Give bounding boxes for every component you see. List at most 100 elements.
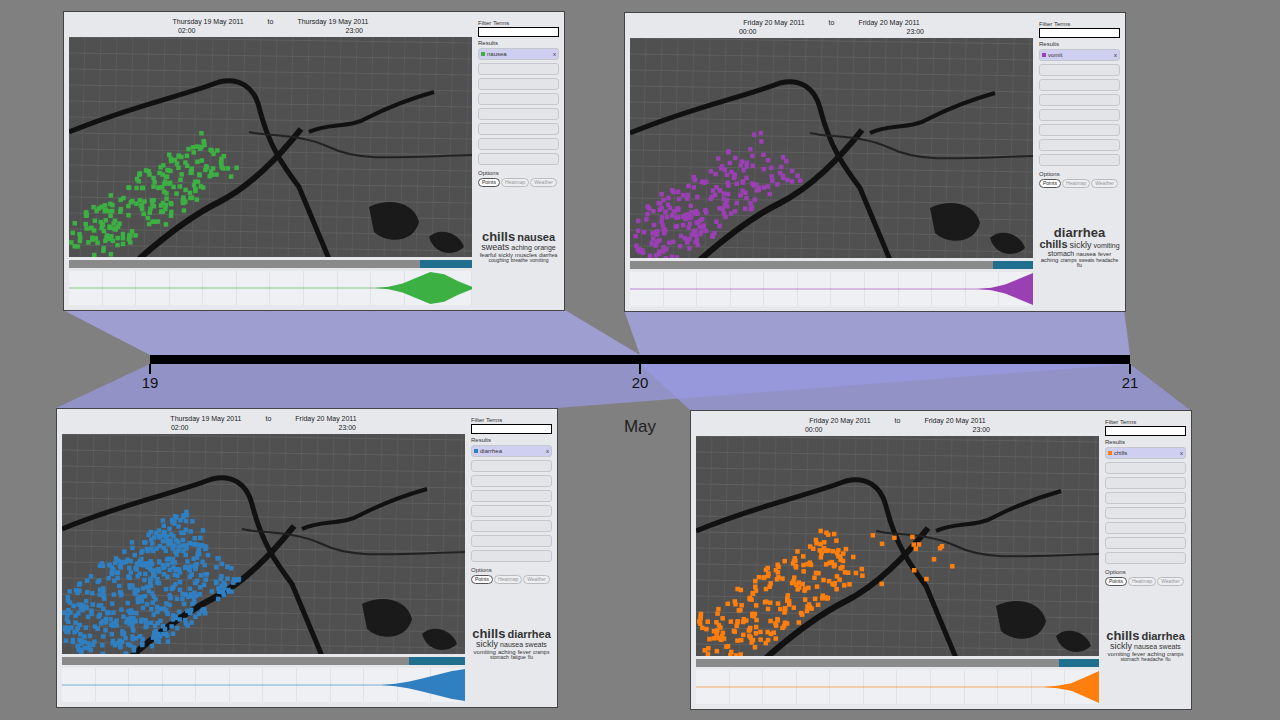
map-point xyxy=(150,644,155,649)
map-point xyxy=(160,632,165,637)
map[interactable] xyxy=(630,38,1033,258)
result-slot[interactable] xyxy=(1039,94,1120,106)
option-pill[interactable]: Heatmap xyxy=(1062,179,1090,188)
map-point xyxy=(170,520,175,525)
map-point xyxy=(753,645,758,650)
map-point xyxy=(69,240,74,245)
result-slot[interactable] xyxy=(1039,79,1120,91)
result-slot[interactable]: chillsx xyxy=(1105,447,1186,459)
option-pill[interactable]: Points xyxy=(478,178,500,187)
word-cloud: diarrheachillssicklyvomitingstomachnause… xyxy=(1039,188,1120,306)
result-slot[interactable] xyxy=(471,520,552,532)
result-slot[interactable] xyxy=(471,475,552,487)
map-point xyxy=(126,185,131,190)
range-bar[interactable] xyxy=(62,657,465,665)
map-point xyxy=(113,560,118,565)
map-point xyxy=(781,155,786,160)
range-bar[interactable] xyxy=(696,659,1099,667)
map-point xyxy=(796,580,801,585)
result-slot[interactable] xyxy=(471,535,552,547)
result-slot[interactable] xyxy=(471,490,552,502)
cloud-word: stomach xyxy=(490,655,509,660)
map[interactable] xyxy=(69,37,472,257)
map-point xyxy=(661,227,666,232)
result-slot[interactable] xyxy=(478,138,559,150)
result-remove[interactable]: x xyxy=(553,50,556,58)
result-slot[interactable] xyxy=(471,550,552,562)
map-point xyxy=(171,585,176,590)
screenshot-panel: Friday 20 May 2011toFriday 20 May 201100… xyxy=(624,12,1126,312)
result-slot[interactable] xyxy=(1105,492,1186,504)
result-slot[interactable] xyxy=(478,78,559,90)
map-point xyxy=(94,209,99,214)
range-bar[interactable] xyxy=(630,261,1033,269)
result-slot[interactable] xyxy=(1039,139,1120,151)
result-slot[interactable] xyxy=(1105,477,1186,489)
cloud-word: diarrhea xyxy=(1141,631,1184,642)
map-point xyxy=(739,588,744,593)
cloud-word: aching xyxy=(511,244,532,251)
map-point xyxy=(73,613,78,618)
result-slot[interactable]: vomitx xyxy=(1039,49,1120,61)
filter-input[interactable] xyxy=(471,424,552,434)
option-pill[interactable]: Weather xyxy=(1157,577,1184,586)
filter-input[interactable] xyxy=(1105,426,1186,436)
cloud-word: coughing xyxy=(489,258,509,263)
option-pill[interactable]: Points xyxy=(1039,179,1061,188)
result-slot[interactable] xyxy=(478,63,559,75)
map-point xyxy=(790,179,795,184)
map-point xyxy=(733,156,738,161)
map-point xyxy=(140,186,145,191)
option-pill[interactable]: Weather xyxy=(530,178,557,187)
filter-input[interactable] xyxy=(1039,28,1120,38)
option-pill[interactable]: Weather xyxy=(1091,179,1118,188)
range-selection[interactable] xyxy=(409,657,465,665)
result-slot[interactable] xyxy=(1105,507,1186,519)
result-slot[interactable] xyxy=(478,123,559,135)
map-point xyxy=(173,560,178,565)
filter-label: Filter Terms xyxy=(1105,418,1186,426)
map-point xyxy=(175,161,180,166)
map[interactable] xyxy=(62,434,465,654)
result-slot[interactable] xyxy=(1105,552,1186,564)
result-slot[interactable] xyxy=(478,153,559,165)
result-slot[interactable] xyxy=(478,108,559,120)
map-point xyxy=(118,197,123,202)
result-slot[interactable] xyxy=(1039,109,1120,121)
map-point xyxy=(666,196,671,201)
option-pill[interactable]: Weather xyxy=(523,575,550,584)
result-remove[interactable]: x xyxy=(1180,449,1183,457)
map-point xyxy=(201,528,206,533)
map-point xyxy=(670,213,675,218)
option-pill[interactable]: Heatmap xyxy=(494,575,522,584)
result-remove[interactable]: x xyxy=(546,447,549,455)
map-point xyxy=(192,183,197,188)
option-pill[interactable]: Heatmap xyxy=(501,178,529,187)
result-slot[interactable] xyxy=(478,93,559,105)
range-selection[interactable] xyxy=(1059,659,1099,667)
range-selection[interactable] xyxy=(993,261,1033,269)
map-point xyxy=(130,229,135,234)
result-slot[interactable] xyxy=(1039,124,1120,136)
result-slot[interactable]: nauseax xyxy=(478,48,559,60)
result-slot[interactable] xyxy=(471,505,552,517)
map-point xyxy=(162,189,167,194)
option-pill[interactable]: Points xyxy=(471,575,493,584)
result-remove[interactable]: x xyxy=(1114,51,1117,59)
range-selection[interactable] xyxy=(420,260,472,268)
option-pill[interactable]: Points xyxy=(1105,577,1127,586)
option-pill[interactable]: Heatmap xyxy=(1128,577,1156,586)
map[interactable] xyxy=(696,436,1099,656)
range-bar[interactable] xyxy=(69,260,472,268)
filter-input[interactable] xyxy=(478,27,559,37)
result-slot[interactable] xyxy=(471,460,552,472)
result-slot[interactable] xyxy=(1105,537,1186,549)
result-slot[interactable] xyxy=(1039,64,1120,76)
map-point xyxy=(694,233,698,238)
result-slot[interactable] xyxy=(1105,462,1186,474)
map-point xyxy=(161,518,166,523)
result-slot[interactable] xyxy=(1105,522,1186,534)
map-point xyxy=(177,544,182,549)
result-slot[interactable] xyxy=(1039,154,1120,166)
result-slot[interactable]: diarrheax xyxy=(471,445,552,457)
